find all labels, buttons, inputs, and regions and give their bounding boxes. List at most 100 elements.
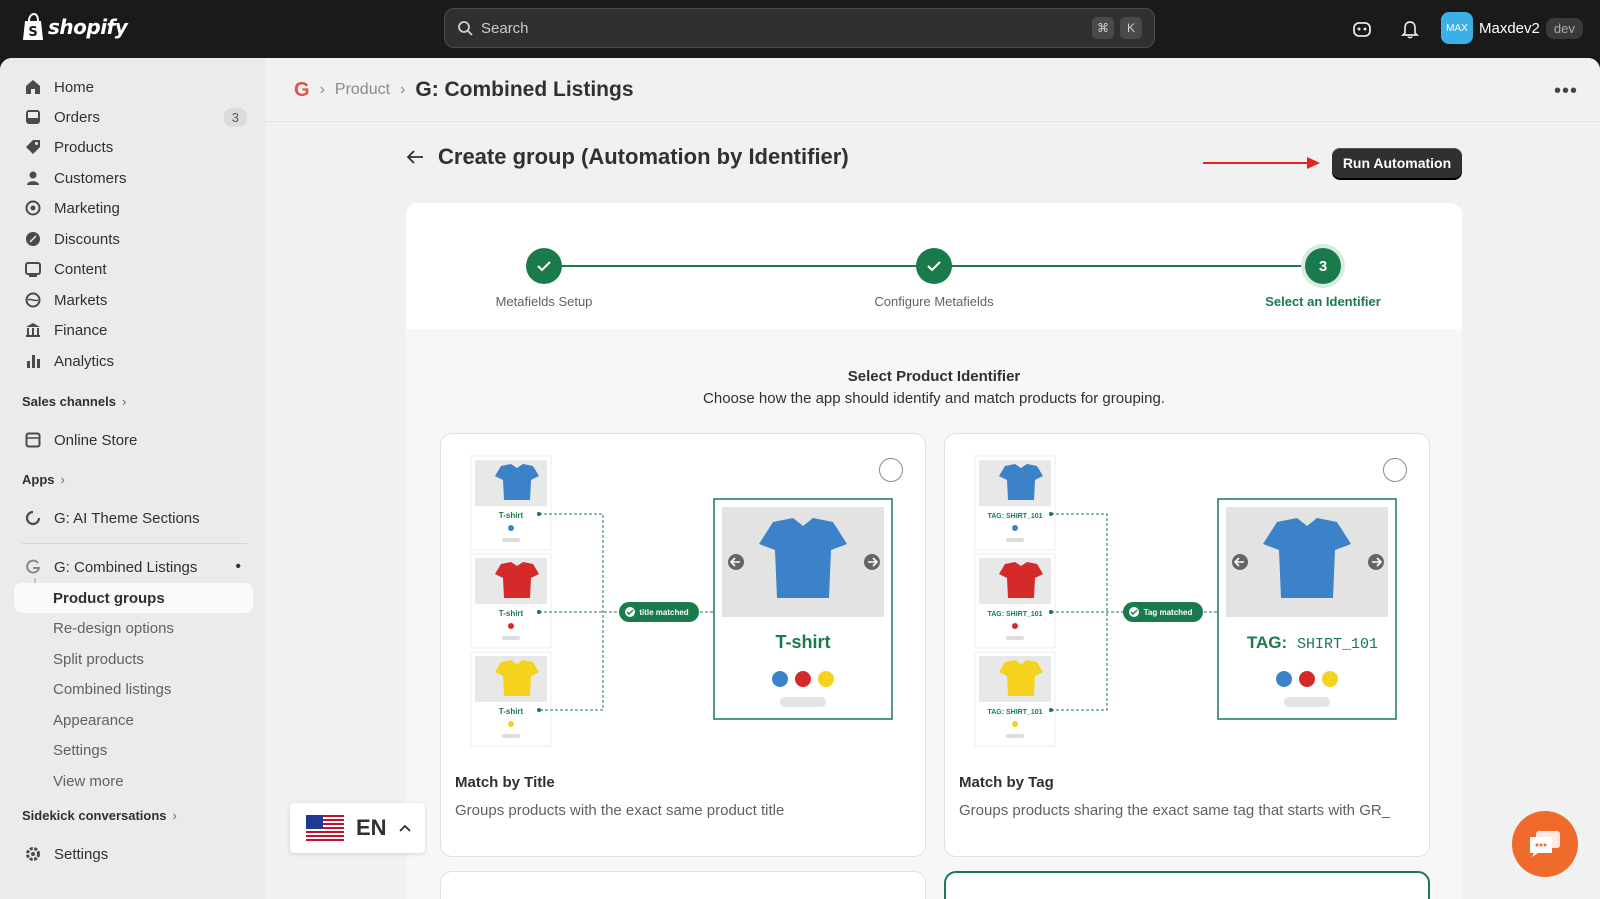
bank-icon [24,321,42,339]
user-menu[interactable]: MAX Maxdev2 dev [1441,12,1583,44]
result-product-card: T-shirt [713,498,893,720]
svg-text:T-shirt: T-shirt [499,609,524,618]
sidebar-item-label: Split products [53,650,144,668]
sidebar-item-analytics[interactable]: Analytics [14,346,253,376]
discount-icon [24,230,42,248]
sidebar-item-label: Analytics [54,352,115,370]
svg-text:title matched: title matched [639,608,688,617]
tag-icon [24,138,42,156]
sales-channels-header[interactable]: Sales channels › [22,394,126,409]
app-shell: Home Orders 3 Products Customers Marketi… [0,58,1600,899]
g-app-icon [24,558,42,576]
wizard-card: 3 Metafields Setup Configure Metafields … [406,203,1462,899]
divider [22,543,247,544]
thumb-card: T-shirt [470,455,552,551]
sidebar-item-label: Markets [54,291,108,309]
sidebar-item-label: Orders [54,108,100,126]
search-icon [458,21,473,36]
sidebar-item-view-more[interactable]: View more [14,766,253,796]
sidekick-conversations-header[interactable]: Sidekick conversations › [22,808,177,823]
sidebar-item-combined-listings[interactable]: Combined listings [14,674,253,704]
back-arrow-icon[interactable] [406,149,424,165]
sidekick-icon[interactable] [1350,17,1374,41]
run-automation-button[interactable]: Run Automation [1332,148,1462,178]
sidebar-item-label: Content [54,260,107,278]
sidebar-item-label: Online Store [54,431,138,449]
sidebar-item-appearance[interactable]: Appearance [14,705,253,735]
sidebar-item-label: Product groups [53,589,165,607]
svg-text:TAG: SHIRT_101: TAG: SHIRT_101 [987,611,1042,618]
sidebar-item-label: Settings [54,845,109,863]
svg-text:TAG: SHIRT_101: TAG: SHIRT_101 [987,709,1042,716]
step-label: Metafields Setup [495,294,593,309]
sidebar-item-customers[interactable]: Customers [14,163,253,193]
sidebar-item-marketing[interactable]: Marketing [14,193,253,223]
language-switcher[interactable]: EN [290,803,425,853]
bell-icon[interactable] [1398,17,1422,41]
brand-wordmark: shopify [48,15,128,39]
sidebar-item-ai-theme-sections[interactable]: G: AI Theme Sections [14,503,253,533]
sidebar-item-finance[interactable]: Finance [14,315,253,345]
thumb-card: TAG: SHIRT_101 [974,455,1056,551]
inbox-icon [24,108,42,126]
option-description: Groups products with the exact same prod… [455,802,785,819]
sidebar-item-home[interactable]: Home [14,72,253,102]
breadcrumb-parent[interactable]: Product [335,81,390,99]
svg-text:T-shirt: T-shirt [499,707,524,716]
image-icon [24,260,42,278]
sidebar-item-redesign-options[interactable]: Re-design options [14,613,253,643]
breadcrumb-separator: › [319,81,325,98]
sidebar-item-settings[interactable]: Settings [14,839,253,869]
breadcrumb-bar: G › Product › G: Combined Listings ••• [266,58,1600,122]
section-label: Sales channels [22,394,116,409]
step-3-current[interactable]: 3 [1305,248,1341,284]
svg-text:T-shirt: T-shirt [775,632,830,652]
language-code: EN [356,815,387,840]
gear-icon [24,845,42,863]
pin-dot-icon: • [235,558,241,575]
thumb-card: TAG: SHIRT_101 [974,651,1056,747]
sidebar-item-label: Appearance [53,711,134,729]
option-card-partial[interactable] [440,871,926,899]
chat-launcher-button[interactable] [1512,811,1578,877]
search-input[interactable]: Search ⌘ K [444,8,1155,48]
step-2-complete[interactable] [916,248,952,284]
sidebar-item-product-groups[interactable]: Product groups [14,583,253,613]
step-1-complete[interactable] [526,248,562,284]
shortcut-key: K [1120,17,1142,39]
option-match-by-title[interactable]: T-shirt T-shirt T-shirt title matched T-… [440,433,926,857]
sidebar-item-app-settings[interactable]: Settings [14,735,253,765]
annotation-arrow-icon [1203,157,1320,169]
sidebar-item-split-products[interactable]: Split products [14,644,253,674]
top-bar: S shopify Search ⌘ K MAX Maxdev2 dev [0,0,1600,58]
more-actions-icon[interactable]: ••• [1554,80,1578,103]
sidebar-item-label: Home [54,78,95,96]
section-subtitle: Choose how the app should identify and m… [703,390,1165,407]
shopify-logo[interactable]: S shopify [22,13,128,41]
option-card-partial-selected[interactable] [944,871,1430,899]
sidebar-item-label: Combined listings [53,680,172,698]
sidebar-item-label: Settings [53,741,108,759]
sidebar-item-products[interactable]: Products [14,132,253,162]
sidebar-item-online-store[interactable]: Online Store [14,425,253,455]
result-product-card: TAG: SHIRT_101 [1217,498,1397,720]
svg-text:S: S [28,25,37,40]
sidebar-item-label: Customers [54,169,127,187]
check-icon [537,261,551,272]
sidebar-item-label: View more [53,772,124,790]
app-logo-icon[interactable]: G [294,79,310,102]
breadcrumb-separator: › [400,81,406,98]
sidebar-item-content[interactable]: Content [14,254,253,284]
chevron-right-icon: › [60,472,65,487]
apps-header[interactable]: Apps › [22,472,65,487]
option-match-by-tag[interactable]: TAG: SHIRT_101 TAG: SHIRT_101 TAG: SHIRT… [944,433,1430,857]
sidebar-item-discounts[interactable]: Discounts [14,224,253,254]
bar-chart-icon [24,352,42,370]
step-connector [546,265,934,267]
sidebar-item-label: Re-design options [53,619,174,637]
sidebar-item-combined-listings-app[interactable]: G: Combined Listings • [14,552,253,582]
store-icon [24,431,42,449]
sidebar-item-orders[interactable]: Orders 3 [14,102,253,132]
sidebar-item-label: Finance [54,321,108,339]
sidebar-item-markets[interactable]: Markets [14,285,253,315]
